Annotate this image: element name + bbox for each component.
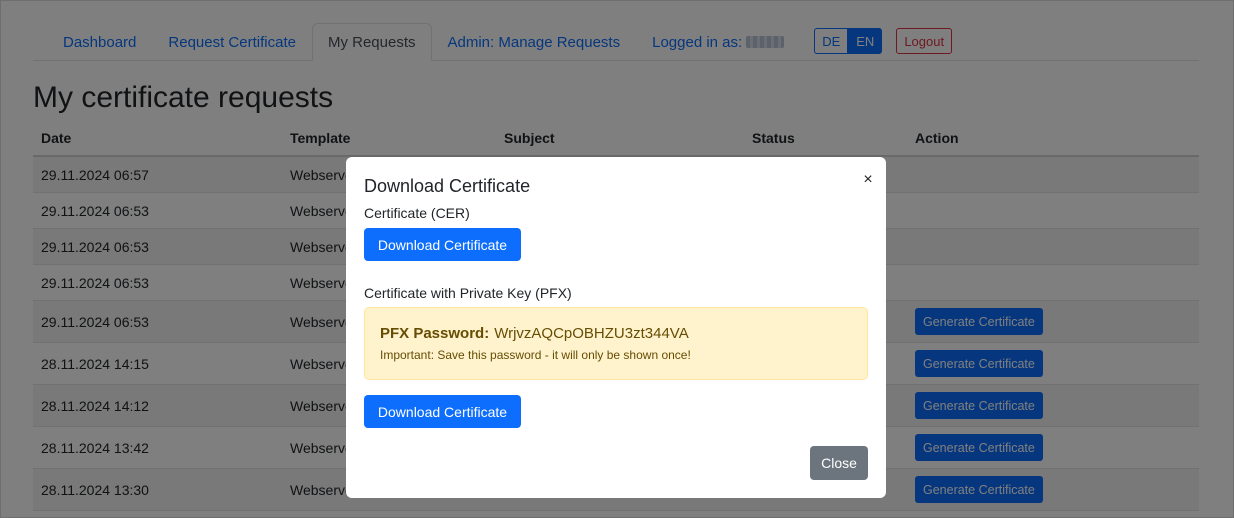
pfx-password-value[interactable]: WrjvzAQCpOBHZU3zt344VA <box>494 325 689 342</box>
pfx-password-label: PFX Password: <box>380 325 490 342</box>
download-cer-button[interactable]: Download Certificate <box>364 228 521 261</box>
download-certificate-modal: Download Certificate × Certificate (CER)… <box>346 157 886 498</box>
app-window: Dashboard Request Certificate My Request… <box>0 0 1234 518</box>
pfx-section-label: Certificate with Private Key (PFX) <box>364 285 572 301</box>
download-pfx-button[interactable]: Download Certificate <box>364 395 521 428</box>
close-button[interactable]: Close <box>810 446 868 480</box>
pfx-password-note: Important: Save this password - it will … <box>380 348 691 362</box>
cer-section-label: Certificate (CER) <box>364 205 470 221</box>
close-icon[interactable]: × <box>860 171 876 189</box>
pfx-password-alert: PFX Password: WrjvzAQCpOBHZU3zt344VA Imp… <box>364 307 868 380</box>
pfx-password-line: PFX Password: WrjvzAQCpOBHZU3zt344VA <box>380 325 852 342</box>
modal-title: Download Certificate <box>364 176 531 196</box>
